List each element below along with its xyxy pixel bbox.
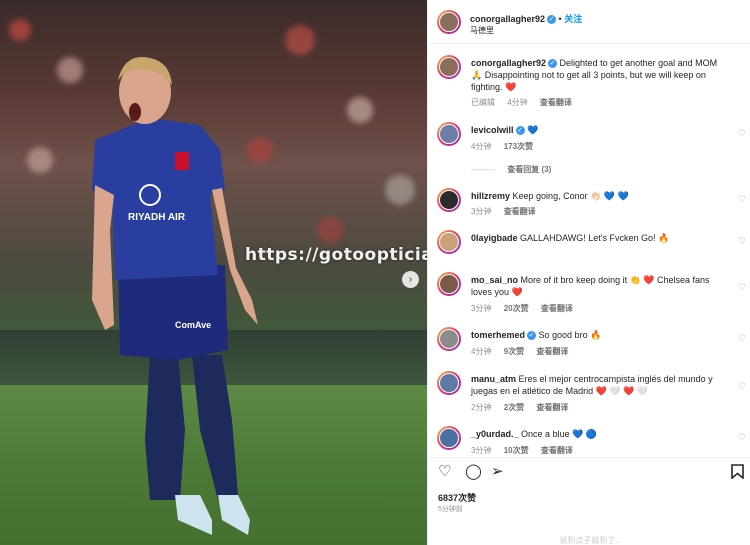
heart-icon[interactable]: ♡ [738, 381, 746, 392]
heart-icon[interactable]: ♡ [738, 333, 746, 344]
verified-icon: ✓ [547, 15, 557, 25]
comment-username[interactable]: tomerhemed [471, 330, 525, 340]
post-header: conorgallagher92 ✓ • 关注 马德里 [428, 0, 750, 44]
avatar[interactable] [437, 327, 461, 351]
comment-username[interactable]: _y0urdad._ [471, 429, 519, 439]
comment-username[interactable]: levicolwill [471, 125, 514, 135]
comment-likes[interactable]: 2次赞 [504, 403, 524, 412]
comment-button[interactable]: ◯ [465, 464, 482, 479]
comment: 0layigbade GALLAHDAWG! Let's Fvcken Go! … [428, 228, 750, 263]
comment-text: Once a blue 💙 🔵 [521, 429, 597, 439]
svg-text:ComAve: ComAve [175, 320, 211, 330]
comment: mo_sai_no More of it bro keep doing it 👏… [428, 270, 750, 315]
caption-username[interactable]: conorgallagher92 [471, 58, 546, 68]
next-icon: › [408, 274, 413, 285]
translate-link[interactable]: 查看翻译 [536, 347, 568, 356]
comment: _y0urdad._ Once a blue 💙 🔵 3分钟 10次赞 查看翻译… [428, 424, 750, 456]
caption: conorgallagher92 ✓ Delighted to get anoth… [471, 57, 726, 93]
avatar[interactable] [437, 55, 461, 79]
action-bar: ♡ ◯ ➢ [428, 457, 750, 483]
comment-text: Keep going, Conor 👏🏻 💙 💙 [512, 191, 629, 201]
follow-button[interactable]: 关注 [564, 14, 582, 24]
next-image-button[interactable]: › [402, 271, 419, 288]
heart-icon[interactable]: ♡ [738, 128, 746, 139]
comment-time: 3分钟 [471, 207, 492, 216]
share-button[interactable]: ➢ [491, 464, 504, 479]
translate-link[interactable]: 查看翻译 [536, 403, 568, 412]
comment: manu_atm Eres el mejor centrocampista in… [428, 369, 750, 414]
like-button[interactable]: ♡ [438, 464, 451, 479]
comment-time: 3分钟 [471, 304, 492, 313]
comment-text: 💙 [527, 125, 539, 135]
post-time: 5分钟前 [438, 506, 463, 513]
share-icon: ➢ [491, 463, 504, 480]
comment-username[interactable]: 0layigbade [471, 233, 518, 243]
post-photo: RIYADH AIR ComAve › https://gotooptician… [0, 0, 427, 545]
heart-icon[interactable]: ♡ [738, 194, 746, 205]
comment: tomerhemed ✓ So good bro 🔥 4分钟 9次赞 查看翻译 ♡ [428, 325, 750, 360]
comment-likes[interactable]: 20次赞 [504, 304, 529, 313]
comment-likes[interactable]: 9次赞 [504, 347, 524, 356]
watermark-text: https://gotooptician.com/ [245, 245, 427, 265]
edited-label: 已编辑 [471, 98, 495, 107]
comment-username[interactable]: hillzremy [471, 191, 510, 201]
comment-text: So good bro 🔥 [538, 330, 602, 340]
comment-username[interactable]: manu_atm [471, 374, 516, 384]
avatar[interactable] [437, 371, 461, 395]
comment-time: 3分钟 [471, 446, 492, 455]
avatar[interactable] [437, 230, 461, 254]
heart-icon[interactable]: ♡ [738, 432, 746, 443]
comment-time: 4分钟 [471, 142, 492, 151]
svg-text:RIYADH AIR: RIYADH AIR [128, 212, 186, 223]
header-username[interactable]: conorgallagher92 [470, 14, 545, 24]
comment-username[interactable]: mo_sai_no [471, 275, 518, 285]
comment: levicolwill ✓ 💙 4分钟 173次赞 ——— 查看回复 (3) ♡ [428, 120, 750, 175]
comment-time: 4分钟 [471, 347, 492, 356]
location[interactable]: 马德里 [470, 25, 494, 36]
avatar[interactable] [437, 10, 461, 34]
verified-icon: ✓ [548, 59, 558, 69]
comment-likes[interactable]: 173次赞 [504, 142, 533, 151]
avatar[interactable] [437, 188, 461, 212]
translate-link[interactable]: 查看翻译 [504, 207, 536, 216]
bookmark-icon [731, 464, 744, 480]
heart-icon[interactable]: ♡ [738, 236, 746, 247]
comment-time: 2分钟 [471, 403, 492, 412]
caption-meta: 已编辑 4分钟 查看翻译 [471, 97, 582, 108]
translate-link[interactable]: 查看翻译 [541, 304, 573, 313]
translate-link[interactable]: 查看翻译 [540, 98, 572, 107]
comment-icon: ◯ [465, 463, 482, 480]
post-panel: conorgallagher92 ✓ • 关注 马德里 conorgallaghe… [427, 0, 750, 545]
save-button[interactable] [731, 464, 744, 482]
like-count[interactable]: 6837次赞 [438, 491, 476, 504]
comment-text: GALLAHDAWG! Let's Fvcken Go! 🔥 [520, 233, 670, 243]
comment: hillzremy Keep going, Conor 👏🏻 💙 💙 3分钟 查… [428, 186, 750, 221]
verified-icon: ✓ [515, 126, 525, 136]
avatar[interactable] [437, 122, 461, 146]
caption-time: 4分钟 [507, 98, 528, 107]
avatar[interactable] [437, 272, 461, 296]
heart-icon[interactable]: ♡ [738, 282, 746, 293]
translate-link[interactable]: 查看翻译 [541, 446, 573, 455]
heart-icon: ♡ [438, 463, 452, 480]
comment-likes[interactable]: 10次赞 [504, 446, 529, 455]
view-replies-link[interactable]: 查看回复 (3) [507, 165, 551, 174]
avatar[interactable] [437, 426, 461, 450]
footer-text: 说到点子就到了.. [559, 536, 620, 545]
verified-icon: ✓ [527, 331, 537, 341]
player-figure: RIYADH AIR ComAve [92, 56, 258, 535]
